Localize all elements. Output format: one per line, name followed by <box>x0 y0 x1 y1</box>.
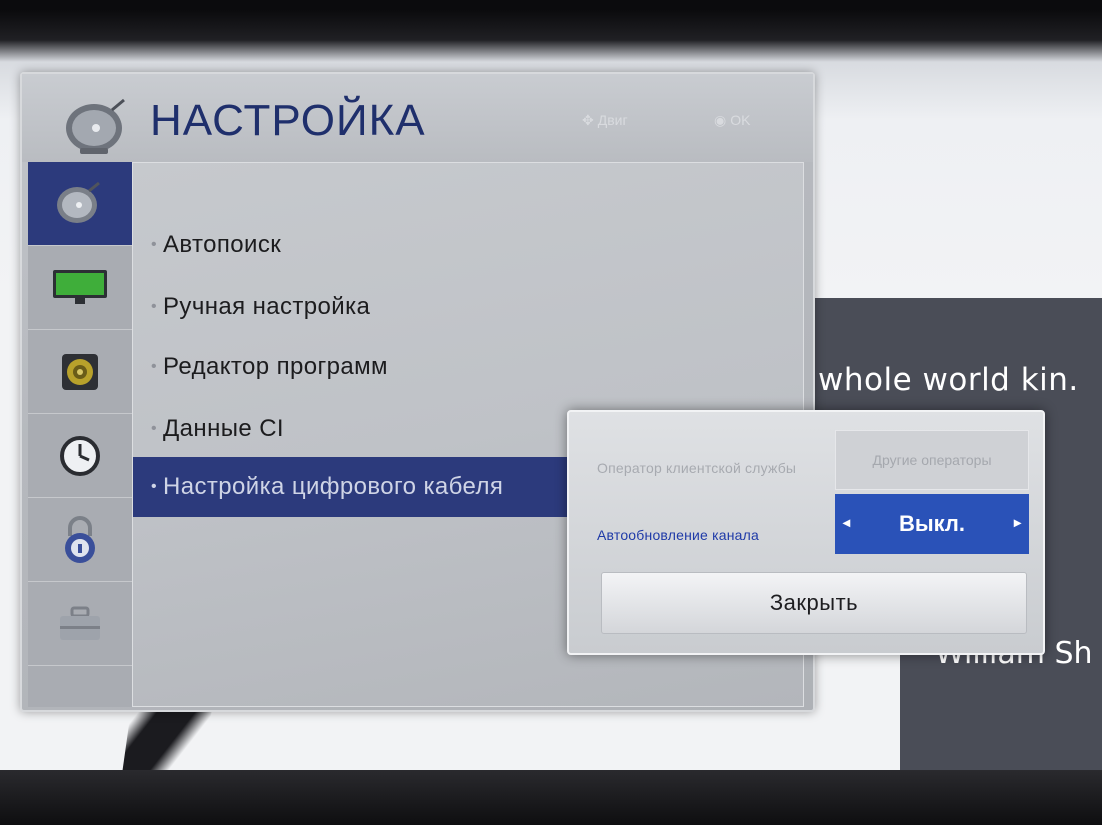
sidebar-item-lock[interactable] <box>28 498 132 582</box>
auto-update-selector[interactable]: ◂ Выкл. ▸ <box>835 494 1029 554</box>
bullet-icon: • <box>151 420 158 437</box>
speaker-icon <box>62 353 98 390</box>
sidebar-item-channels[interactable] <box>28 162 132 246</box>
satellite-dish-icon <box>66 98 125 154</box>
menu-item-label: Редактор программ <box>163 353 388 380</box>
menu-item-label: Автопоиск <box>163 231 282 258</box>
ok-hint: ◉ OK <box>714 112 750 129</box>
sidebar-item-picture[interactable] <box>28 246 132 330</box>
menu-item-program-editor[interactable]: • Редактор программ <box>133 337 805 397</box>
navigation-icon: ✥ <box>582 112 594 128</box>
bullet-icon: • <box>151 298 158 315</box>
monitor-icon <box>53 269 107 304</box>
arrow-left-icon[interactable]: ◂ <box>843 514 850 531</box>
menu-item-auto-tuning[interactable]: • Автопоиск <box>133 215 805 275</box>
bullet-icon: • <box>151 358 158 375</box>
clock-icon <box>60 435 100 476</box>
operator-select: Другие операторы <box>835 430 1029 490</box>
close-button[interactable]: Закрыть <box>601 572 1027 634</box>
page-title: НАСТРОЙКА <box>150 96 426 145</box>
operator-value: Другие операторы <box>872 452 992 468</box>
lock-icon <box>65 515 95 563</box>
category-sidebar <box>28 162 132 707</box>
sidebar-item-sound[interactable] <box>28 330 132 414</box>
arrow-right-icon[interactable]: ▸ <box>1014 514 1021 531</box>
tv-bezel-bottom <box>0 770 1102 825</box>
bullet-icon: • <box>151 236 158 253</box>
close-button-label: Закрыть <box>769 590 859 615</box>
background-quote: whole world kin. <box>818 362 1079 398</box>
sidebar-item-options[interactable] <box>28 582 132 666</box>
satellite-dish-icon <box>57 181 100 223</box>
menu-item-manual-tuning[interactable]: • Ручная настройка <box>133 277 805 337</box>
digital-cable-popup: Оператор клиентской службы Другие операт… <box>567 410 1045 655</box>
menu-item-label: Настройка цифрового кабеля <box>163 473 504 500</box>
move-hint: ✥ Двиг <box>582 112 628 129</box>
menu-item-label: Данные CI <box>163 415 284 442</box>
auto-update-value: Выкл. <box>898 511 966 536</box>
ok-button-icon: ◉ <box>714 112 727 128</box>
bullet-icon: • <box>151 478 158 495</box>
move-hint-label: Двиг <box>597 112 628 128</box>
menu-item-label: Ручная настройка <box>163 293 371 320</box>
ok-hint-label: OK <box>730 112 751 128</box>
sidebar-item-time[interactable] <box>28 414 132 498</box>
auto-update-label: Автообновление канала <box>597 527 760 543</box>
operator-label: Оператор клиентской службы <box>597 460 797 476</box>
panel-header: НАСТРОЙКА ✥ Двиг ◉ OK <box>22 74 813 162</box>
briefcase-icon <box>60 606 100 640</box>
